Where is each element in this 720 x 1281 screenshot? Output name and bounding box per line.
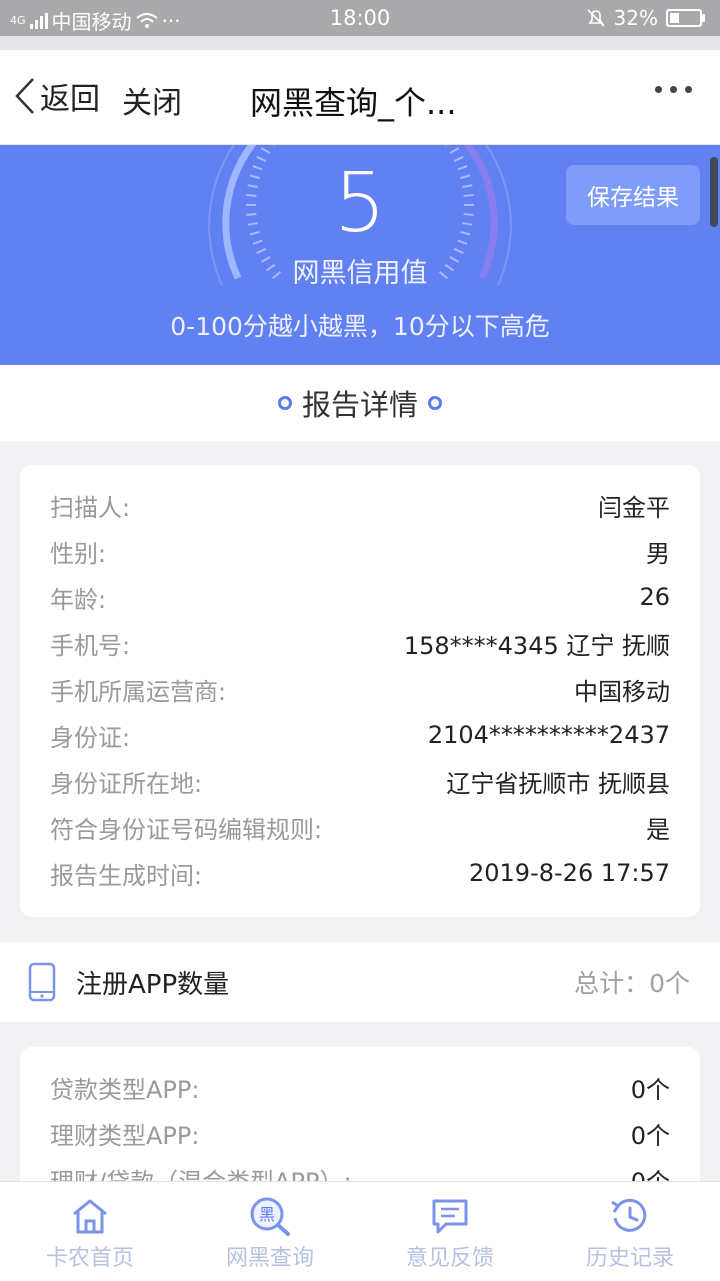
detail-row: 报告生成时间: 2019-8-26 17:57: [50, 855, 670, 891]
more-dot-icon: [670, 86, 677, 93]
more-dot-icon: [655, 86, 662, 93]
scrollbar[interactable]: [710, 157, 718, 227]
chevron-left-icon: [14, 77, 36, 115]
status-divider: [0, 36, 720, 50]
close-button[interactable]: 关闭: [122, 78, 182, 122]
credit-score-label: 网黑信用值: [0, 251, 720, 290]
bottom-tab-bar: 卡农首页 黑 网黑查询 意见反馈 历史记录: [0, 1181, 720, 1281]
tab-label: 卡农首页: [46, 1240, 134, 1272]
detail-label: 扫描人:: [50, 488, 130, 523]
detail-value: 中国移动: [574, 672, 670, 707]
app-type-label: 贷款类型APP:: [50, 1070, 199, 1105]
detail-label: 身份证所在地:: [50, 764, 202, 799]
more-menu-button[interactable]: [655, 86, 692, 93]
score-description: 0-100分越小越黑，10分以下高危: [0, 307, 720, 343]
status-right: 32%: [586, 6, 702, 30]
detail-label: 性别:: [50, 534, 106, 569]
detail-value: 男: [646, 534, 670, 569]
back-button[interactable]: 返回: [14, 74, 100, 118]
detail-value: 闫金平: [598, 488, 670, 523]
blacklist-search-icon: 黑: [248, 1196, 292, 1236]
report-details-heading: 报告详情: [0, 365, 720, 441]
detail-label: 身份证:: [50, 718, 130, 753]
home-icon: [68, 1196, 112, 1236]
tab-history[interactable]: 历史记录: [540, 1182, 720, 1281]
detail-row: 身份证: 2104**********2437: [50, 717, 670, 753]
app-type-row: 理财类型APP: 0个: [50, 1115, 670, 1151]
detail-row: 手机号: 158****4345 辽宁 抚顺: [50, 625, 670, 661]
detail-value: 辽宁省抚顺市 抚顺县: [446, 764, 670, 799]
svg-text:黑: 黑: [259, 1205, 275, 1224]
detail-label: 报告生成时间:: [50, 856, 202, 891]
detail-row: 扫描人: 闫金平: [50, 487, 670, 523]
detail-value: 26: [639, 583, 670, 611]
tab-home[interactable]: 卡农首页: [0, 1182, 180, 1281]
mute-bell-icon: [586, 8, 606, 28]
page-title: 网黑查询_个...: [250, 78, 457, 124]
tab-label: 意见反馈: [406, 1240, 494, 1272]
tab-feedback[interactable]: 意见反馈: [360, 1182, 540, 1281]
app-type-count: 0个: [631, 1070, 670, 1105]
battery-icon: [666, 9, 702, 27]
detail-row: 年龄: 26: [50, 579, 670, 615]
score-panel: 5 网黑信用值 0-100分越小越黑，10分以下高危 保存结果: [0, 145, 720, 365]
detail-row: 手机所属运营商: 中国移动: [50, 671, 670, 707]
detail-value: 是: [646, 810, 670, 845]
registered-apps-total: 总计：0个: [574, 964, 690, 1000]
section-title: 报告详情: [302, 382, 418, 424]
app-type-row: 贷款类型APP: 0个: [50, 1069, 670, 1105]
battery-percent: 32%: [614, 6, 658, 30]
app-type-label: 理财类型APP:: [50, 1116, 199, 1151]
tab-label: 网黑查询: [226, 1240, 314, 1272]
detail-label: 手机号:: [50, 626, 130, 661]
report-details-card: 扫描人: 闫金平 性别: 男 年龄: 26 手机号: 158****4345 辽宁 抚顺…: [20, 465, 700, 917]
detail-label: 符合身份证号码编辑规则:: [50, 810, 322, 845]
save-result-button[interactable]: 保存结果: [566, 165, 700, 225]
detail-row: 身份证所在地: 辽宁省抚顺市 抚顺县: [50, 763, 670, 799]
feedback-icon: [428, 1196, 472, 1236]
more-dot-icon: [685, 86, 692, 93]
nav-bar: 返回 关闭 网黑查询_个...: [0, 50, 720, 145]
tab-blacklist-search[interactable]: 黑 网黑查询: [180, 1182, 360, 1281]
history-icon: [608, 1196, 652, 1236]
registered-apps-title: 注册APP数量: [76, 964, 229, 1001]
ring-icon: [428, 396, 442, 410]
tab-label: 历史记录: [586, 1240, 674, 1272]
detail-label: 手机所属运营商:: [50, 672, 226, 707]
detail-value: 158****4345 辽宁 抚顺: [404, 626, 670, 661]
registered-apps-header: 注册APP数量 总计：0个: [0, 942, 720, 1022]
back-label: 返回: [40, 74, 100, 118]
app-type-count: 0个: [631, 1116, 670, 1151]
status-bar: 4G 中国移动 ··· 18:00 32%: [0, 0, 720, 36]
ring-icon: [278, 396, 292, 410]
detail-value: 2019-8-26 17:57: [469, 859, 670, 887]
detail-label: 年龄:: [50, 580, 106, 615]
detail-row: 性别: 男: [50, 533, 670, 569]
detail-row: 符合身份证号码编辑规则: 是: [50, 809, 670, 845]
detail-value: 2104**********2437: [428, 721, 670, 749]
phone-icon: [28, 962, 56, 1002]
